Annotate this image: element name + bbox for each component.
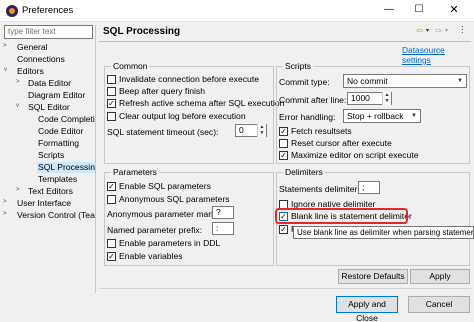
commit-type-label: Commit type: [279, 77, 330, 87]
tree-item-diagram-editor[interactable]: Diagram Editor [28, 90, 85, 101]
chevron-down-icon: ▼ [411, 113, 417, 119]
check-icon[interactable]: ✓ [279, 225, 288, 234]
tree-item-text-editors[interactable]: Text Editors [28, 186, 73, 197]
tooltip: Use blank line as delimiter when parsing… [293, 226, 474, 239]
group-title: Scripts [283, 61, 313, 71]
collapse-icon[interactable]: v [4, 67, 7, 73]
tree-item-sql-processing[interactable]: SQL Processing [37, 162, 96, 173]
red-highlight-annotation [275, 208, 408, 224]
forward-arrow-icon[interactable]: ⇨ [435, 25, 442, 36]
checkbox-box[interactable] [279, 139, 288, 148]
tree-item-user-interface[interactable]: User Interface [17, 198, 71, 209]
timeout-label: SQL statement timeout (sec): [107, 127, 219, 137]
back-arrow-icon[interactable]: ⇦ [416, 25, 423, 36]
check-icon[interactable]: ✓ [107, 252, 116, 261]
apply-button[interactable]: Apply [410, 269, 470, 284]
tree-item-sql-editor[interactable]: SQL Editor [28, 102, 70, 113]
checkbox-box[interactable] [107, 195, 116, 204]
expand-icon[interactable]: > [16, 187, 20, 193]
tree-item-version-control[interactable]: Version Control (Team [17, 210, 96, 221]
group-title: Delimiters [283, 167, 325, 177]
tree-item-templates[interactable]: Templates [38, 174, 77, 185]
tree-item-data-editor[interactable]: Data Editor [28, 78, 71, 89]
anon-mark-input[interactable]: ? [212, 206, 234, 219]
checkbox-box[interactable] [107, 112, 116, 121]
checkbox-box[interactable] [107, 239, 116, 248]
tree-item-code-completion[interactable]: Code Completi [38, 114, 95, 125]
tree-item-general[interactable]: General [17, 42, 48, 53]
check-icon[interactable]: ✓ [279, 151, 288, 160]
checkbox-box[interactable] [107, 87, 116, 96]
page-title: SQL Processing [103, 26, 181, 37]
anon-mark-label: Anonymous parameter mark: [107, 209, 218, 219]
close-button[interactable]: ✕ [440, 3, 468, 19]
datasource-settings-link[interactable]: Datasource settings [402, 45, 474, 65]
expand-icon[interactable]: > [3, 199, 7, 205]
apply-and-close-button[interactable]: Apply and Close [336, 296, 398, 322]
expand-icon[interactable]: > [3, 211, 7, 217]
maximize-button[interactable]: ☐ [405, 3, 433, 19]
check-icon[interactable]: ✓ [279, 127, 288, 136]
page-nav-tools: ⇦ ▾ ⇨ ▾ ⋮ [416, 24, 470, 37]
cancel-button[interactable]: Cancel [408, 296, 470, 313]
title-bar: Preferences — ☐ ✕ [0, 0, 474, 22]
error-handling-label: Error handling: [279, 112, 336, 122]
collapse-icon[interactable]: v [16, 103, 19, 109]
named-prefix-label: Named parameter prefix: [107, 225, 203, 235]
commit-after-label: Commit after line: [279, 95, 347, 105]
tree-item-formatting[interactable]: Formatting [38, 138, 79, 149]
group-title: Common [111, 61, 150, 71]
group-title: Parameters [111, 167, 159, 177]
named-prefix-input[interactable]: : [212, 222, 234, 235]
dbeaver-app-icon [6, 5, 18, 17]
check-icon[interactable]: ✓ [107, 182, 116, 191]
view-menu-icon[interactable]: ⋮ [458, 24, 467, 35]
commit-type-select[interactable]: No commit ▼ [343, 74, 467, 88]
restore-defaults-button[interactable]: Restore Defaults [338, 269, 408, 284]
preferences-window: Preferences — ☐ ✕ type filter text > Gen… [0, 0, 474, 322]
minimize-button[interactable]: — [375, 3, 403, 19]
error-handling-select[interactable]: Stop + rollback ▼ [343, 109, 421, 123]
tree-item-editors[interactable]: Editors [17, 66, 44, 77]
window-title: Preferences [22, 5, 74, 16]
forward-dropdown-icon[interactable]: ▾ [445, 27, 448, 34]
back-dropdown-icon[interactable]: ▾ [426, 27, 429, 34]
check-icon[interactable]: ✓ [107, 99, 116, 108]
sash-divider[interactable] [95, 25, 96, 293]
chevron-down-icon: ▼ [457, 78, 463, 84]
statements-delimiter-label: Statements delimiter: [279, 184, 360, 194]
preferences-tree: > General Connections v Editors > Data E… [0, 42, 96, 292]
tree-item-code-editor[interactable]: Code Editor [38, 126, 83, 137]
timeout-spinner[interactable]: 0 ▲ ▼ [235, 124, 267, 137]
expand-icon[interactable]: > [16, 79, 20, 85]
spinner-arrows-icon[interactable]: ▲ ▼ [382, 92, 391, 105]
commit-after-spinner[interactable]: 1000 ▲ ▼ [347, 92, 392, 105]
footer-divider [99, 288, 471, 289]
header-divider [99, 41, 471, 42]
expand-icon[interactable]: > [3, 43, 7, 49]
checkbox-box[interactable] [107, 75, 116, 84]
spinner-arrows-icon[interactable]: ▲ ▼ [257, 124, 266, 137]
tree-item-connections[interactable]: Connections [17, 54, 65, 65]
statements-delimiter-input[interactable]: ; [358, 181, 380, 194]
filter-input[interactable]: type filter text [4, 25, 93, 39]
tree-item-scripts[interactable]: Scripts [38, 150, 64, 161]
